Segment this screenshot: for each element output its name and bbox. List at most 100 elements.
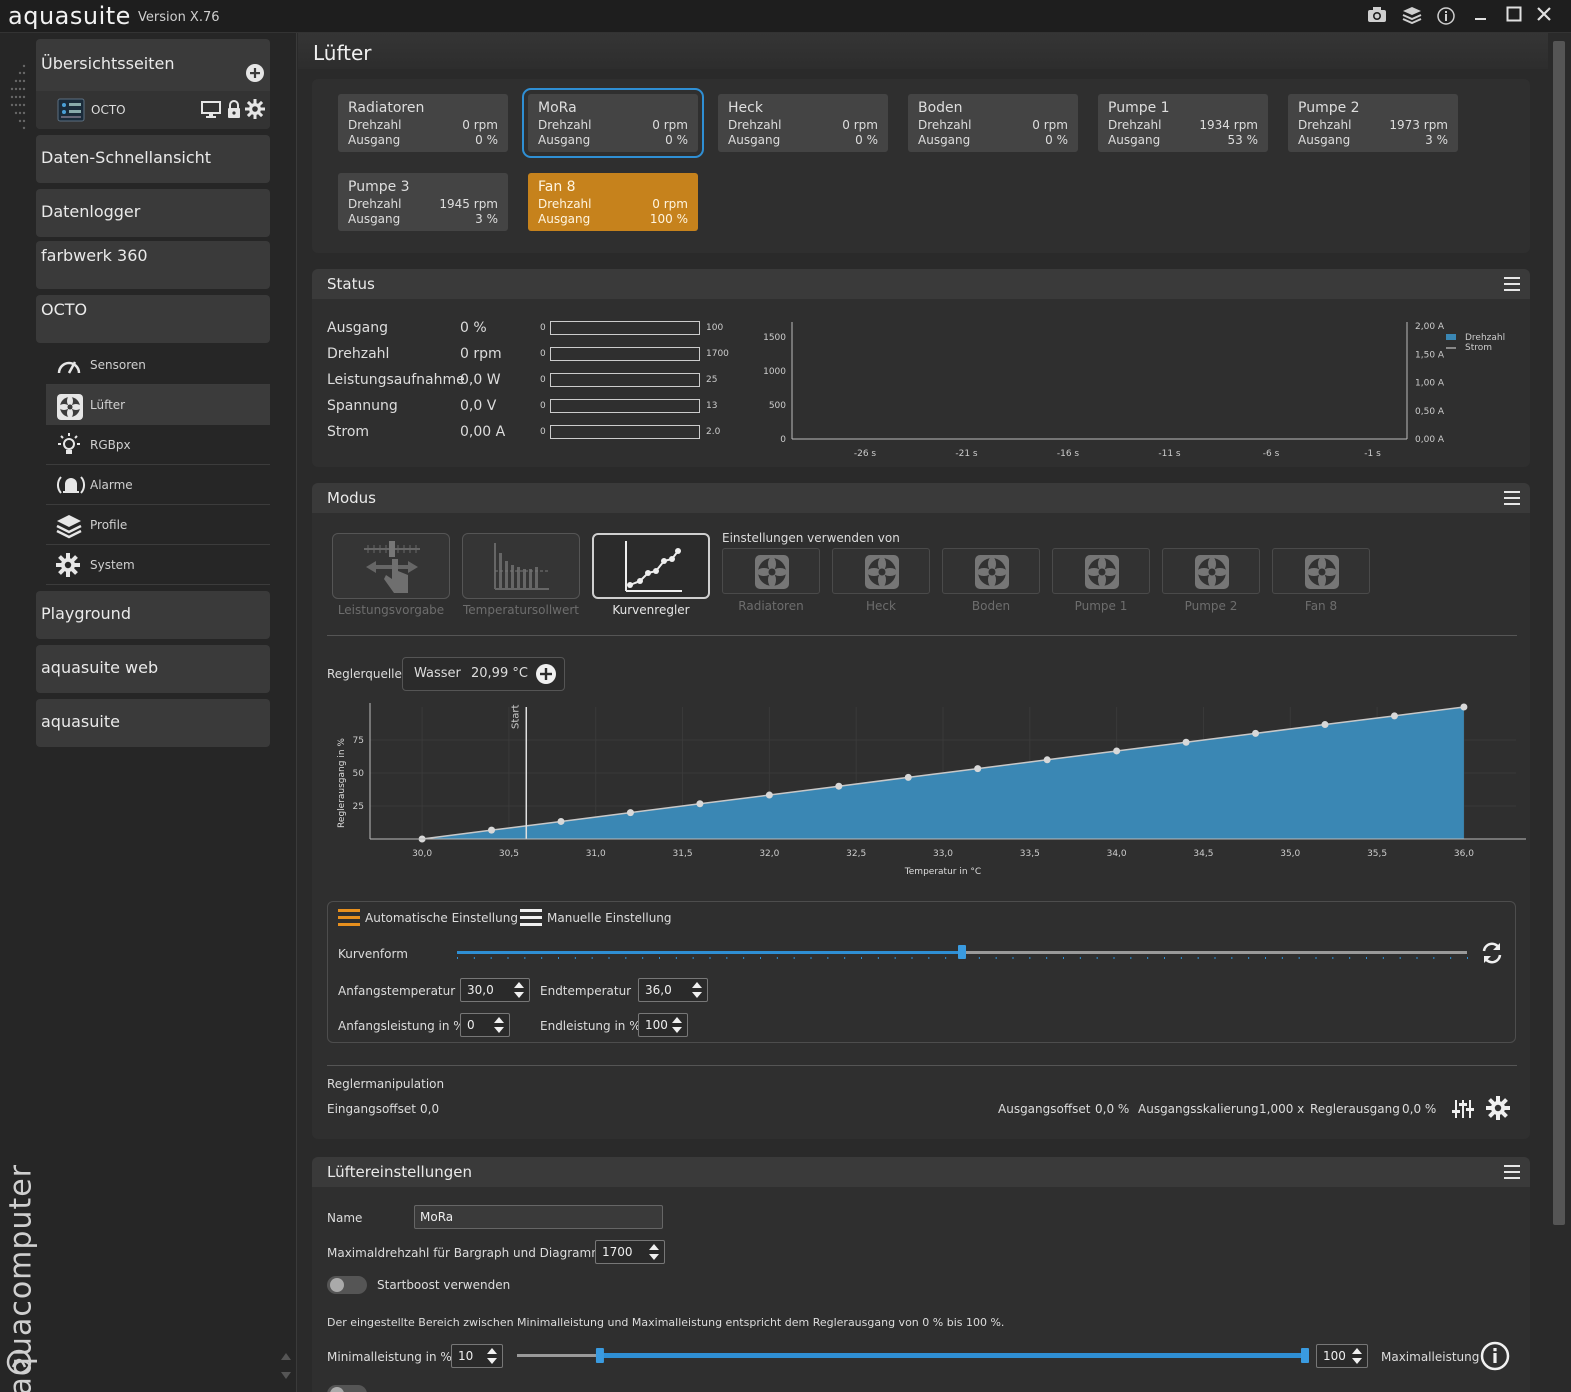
spinner-arrows-icon[interactable]: [486, 1347, 498, 1365]
partial-toggle[interactable]: [327, 1385, 367, 1392]
sidebar-collapse-handle[interactable]: [6, 61, 28, 131]
nav-aquasuite-web[interactable]: aquasuite web: [36, 645, 270, 693]
fan-tile-pumpe-3[interactable]: Pumpe 3 Drehzahl 1945 rpm Ausgang 3 %: [338, 173, 508, 231]
slider-tick: [1063, 957, 1064, 959]
nav-daten-schnellansicht[interactable]: Daten-Schnellansicht: [36, 135, 270, 183]
menu-icon[interactable]: [1504, 277, 1520, 291]
auto-setting-label[interactable]: Automatische Einstellung: [365, 911, 518, 925]
slider-tick: [490, 957, 492, 959]
sidebar-item-alarme[interactable]: Alarme: [46, 465, 270, 505]
end-power-input[interactable]: 100: [638, 1013, 688, 1037]
max-power-value: 100: [1323, 1349, 1346, 1363]
overview-label[interactable]: Übersichtsseiten: [41, 54, 175, 73]
right-tick-label: 2,00 A: [1415, 322, 1445, 332]
nav-aquasuite[interactable]: aquasuite: [36, 699, 270, 747]
slider-tick: [1197, 957, 1199, 959]
gear-icon[interactable]: [1486, 1096, 1510, 1120]
sidebar-item-system[interactable]: System: [46, 545, 270, 585]
slider-tick: [709, 957, 711, 959]
fan-tile-mora[interactable]: MoRa Drehzahl 0 rpm Ausgang 0 %: [522, 88, 704, 158]
fan-tile-pumpe-1[interactable]: Pumpe 1 Drehzahl 1934 rpm Ausgang 53 %: [1098, 94, 1268, 152]
sidebar-item-rgbpx[interactable]: RGBpx: [46, 425, 270, 465]
spinner-arrows-icon[interactable]: [691, 981, 703, 999]
name-input[interactable]: [414, 1205, 663, 1229]
spinner-arrows-icon[interactable]: [513, 981, 525, 999]
spinner-arrows-icon[interactable]: [671, 1016, 683, 1034]
fan-tile-boden[interactable]: Boden Drehzahl 0 rpm Ausgang 0 %: [908, 94, 1078, 152]
fan-tile-radiatoren[interactable]: Radiatoren Drehzahl 0 rpm Ausgang 0 %: [338, 94, 508, 152]
minimize-icon[interactable]: [1470, 6, 1492, 28]
menu-icon[interactable]: [1504, 1165, 1520, 1179]
spinner-arrows-icon[interactable]: [493, 1016, 505, 1034]
end-temp-input[interactable]: 36,0: [638, 978, 708, 1002]
nav-octo[interactable]: OCTO: [36, 295, 270, 343]
start-power-input[interactable]: 0: [460, 1013, 510, 1037]
scrollbar-thumb[interactable]: [1553, 41, 1565, 1225]
auto-setting-icon[interactable]: [338, 909, 360, 927]
slider-tick: [642, 957, 644, 959]
sidebar-item-profile[interactable]: Profile: [46, 505, 270, 545]
min-power-input[interactable]: 10: [451, 1344, 503, 1368]
y-tick-label: 75: [353, 736, 364, 746]
startboost-toggle[interactable]: [327, 1276, 367, 1294]
left-tick-label: 0: [780, 435, 786, 445]
status-chart: 1500 1000 500 0 2,00 A 1,50 A 1,00 A 0,50 A 0,00…: [763, 322, 1445, 459]
status-bar-max: 25: [706, 375, 718, 385]
power-range-slider[interactable]: [514, 1346, 1310, 1366]
maxrpm-input[interactable]: 1700: [595, 1240, 665, 1264]
camera-icon[interactable]: [1366, 6, 1388, 28]
slider-tick: [524, 957, 526, 959]
curve-chart[interactable]: Start 30,0 30,5 31,0 31,5 32,0 32,5 33,0 33,5 34,…: [326, 701, 1526, 891]
toggle-knob: [330, 1387, 344, 1392]
settings-source-fan-8[interactable]: [1272, 548, 1370, 594]
manual-setting-icon[interactable]: [520, 909, 542, 927]
settings-source-pumpe-2[interactable]: [1162, 548, 1260, 594]
add-source-icon[interactable]: [535, 663, 557, 685]
info-icon[interactable]: [1480, 1341, 1510, 1371]
overview-item-octo[interactable]: OCTO: [36, 91, 270, 129]
layers-icon[interactable]: [1401, 6, 1423, 28]
lock-icon[interactable]: [226, 99, 242, 119]
nav-datenlogger[interactable]: Datenlogger: [36, 189, 270, 237]
regler-source-selector[interactable]: Wasser 20,99 °C: [402, 657, 565, 691]
maximize-icon[interactable]: [1503, 6, 1525, 28]
gear-icon[interactable]: [245, 99, 265, 119]
aquacomputer-logo-icon: [6, 1349, 32, 1375]
sidebar-item-luefter[interactable]: Lüfter: [46, 385, 270, 425]
close-icon[interactable]: [1533, 6, 1555, 28]
kurvenform-slider[interactable]: [454, 942, 1470, 962]
fan-icon: [56, 393, 83, 420]
start-temp-input[interactable]: 30,0: [460, 978, 530, 1002]
settings-source-boden[interactable]: [942, 548, 1040, 594]
fan-tile-pumpe-2[interactable]: Pumpe 2 Drehzahl 1973 rpm Ausgang 3 %: [1288, 94, 1458, 152]
app-version: Version X.76: [138, 10, 220, 25]
fan-tile-fan-8[interactable]: Fan 8 Drehzahl 0 rpm Ausgang 100 %: [528, 173, 698, 231]
sliders-icon[interactable]: [1452, 1098, 1474, 1120]
in-offset-label: Eingangsoffset: [327, 1102, 416, 1116]
max-power-input[interactable]: 100: [1316, 1344, 1368, 1368]
reset-icon[interactable]: [1480, 941, 1504, 965]
spinner-arrows-icon[interactable]: [1351, 1347, 1363, 1365]
mode-temperatursollwert-button[interactable]: [462, 533, 580, 599]
nav-farbwerk-360[interactable]: farbwerk 360: [36, 241, 270, 289]
fan-tile-heck[interactable]: Heck Drehzahl 0 rpm Ausgang 0 %: [718, 94, 888, 152]
fan-tile-name: Pumpe 3: [348, 179, 410, 195]
settings-source-heck[interactable]: [832, 548, 930, 594]
settings-source-pumpe-1[interactable]: [1052, 548, 1150, 594]
menu-icon[interactable]: [1504, 491, 1520, 505]
mode-leistungsvorgabe-button[interactable]: [332, 533, 450, 599]
settings-source-radiatoren[interactable]: [722, 548, 820, 594]
sidebar-scroll-icon[interactable]: [280, 1351, 292, 1381]
manual-setting-label[interactable]: Manuelle Einstellung: [547, 911, 672, 925]
sidebar-item-sensoren[interactable]: Sensoren: [46, 345, 270, 385]
nav-playground[interactable]: Playground: [36, 591, 270, 639]
info-icon[interactable]: [1435, 6, 1457, 28]
status-label: Drehzahl: [327, 346, 390, 362]
add-overview-button[interactable]: [245, 63, 265, 83]
display-icon[interactable]: [201, 101, 221, 119]
spinner-arrows-icon[interactable]: [648, 1243, 660, 1261]
main-scrollbar[interactable]: [1548, 33, 1571, 1392]
startboost-label: Startboost verwenden: [377, 1278, 511, 1292]
mode-kurvenregler-button[interactable]: [592, 533, 710, 599]
fan-tile-label: Drehzahl: [348, 118, 402, 132]
